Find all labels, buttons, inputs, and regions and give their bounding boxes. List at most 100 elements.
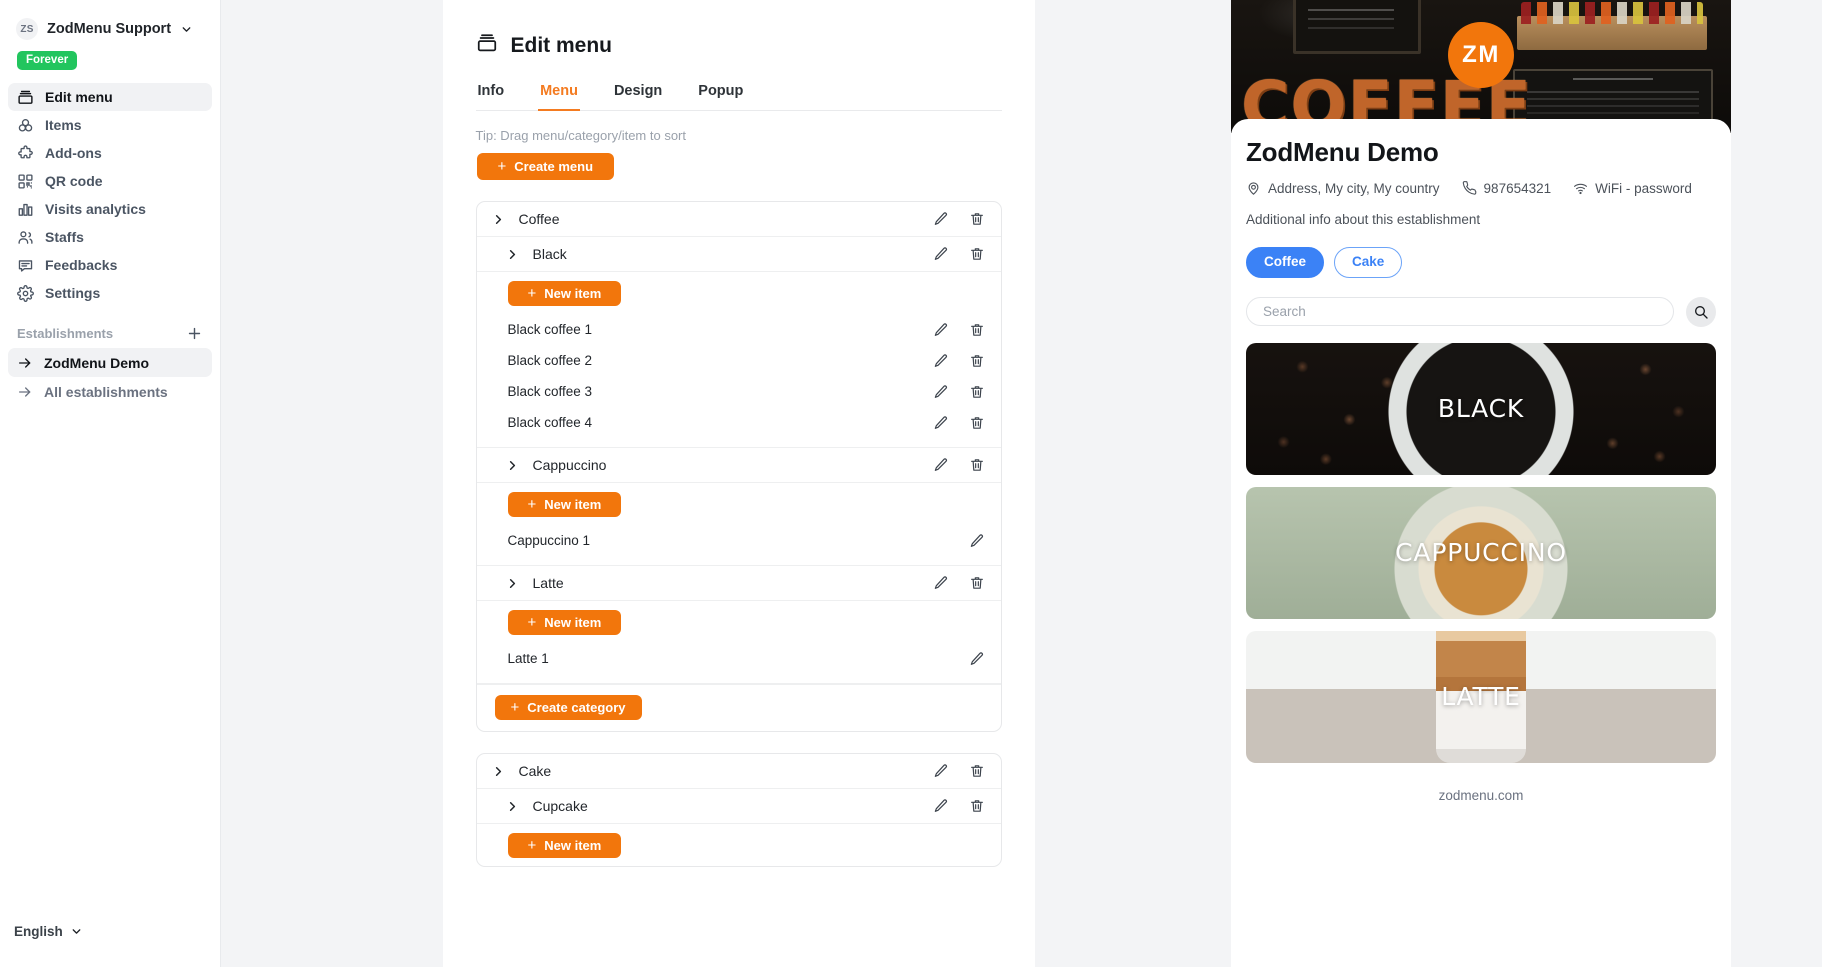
sidebar: ZS ZodMenu Support Forever Edit menu Ite… <box>0 0 221 967</box>
category-card-latte[interactable]: LATTE <box>1246 630 1716 763</box>
create-category-label: Create category <box>527 700 626 715</box>
tab-design[interactable]: Design <box>612 80 664 111</box>
category-card-label: LATTE <box>1441 682 1521 712</box>
delete-trash-icon[interactable] <box>969 384 985 400</box>
delete-trash-icon[interactable] <box>969 457 985 473</box>
item-row[interactable]: Latte 1 <box>477 643 1001 674</box>
edit-pencil-icon[interactable] <box>933 763 949 779</box>
bottles-decoration <box>1521 2 1703 24</box>
category-row[interactable]: Cappuccino <box>476 448 1001 483</box>
sidebar-item-label: Edit menu <box>45 89 113 105</box>
item-row[interactable]: Black coffee 2 <box>477 345 1001 376</box>
create-category-button[interactable]: + Create category <box>494 695 642 720</box>
category-group: Latte + New item Latte 1 <box>476 566 1001 684</box>
additional-info: Additional info about this establishment <box>1246 212 1481 227</box>
item-row[interactable]: Black coffee 1 <box>477 314 1001 345</box>
footer-url[interactable]: zodmenu.com <box>1246 763 1716 823</box>
edit-pencil-icon[interactable] <box>933 575 949 591</box>
wifi-icon <box>1574 183 1588 195</box>
sidebar-item-staffs[interactable]: Staffs <box>8 223 212 251</box>
sidebar-item-qr-code[interactable]: QR code <box>8 167 212 195</box>
item-row[interactable]: Black coffee 3 <box>477 376 1001 407</box>
box-icon <box>476 32 498 59</box>
add-establishment-icon[interactable] <box>186 325 203 342</box>
edit-pencil-icon[interactable] <box>933 798 949 814</box>
sidebar-item-settings[interactable]: Settings <box>8 279 212 307</box>
delete-trash-icon[interactable] <box>969 322 985 338</box>
account-switcher[interactable]: ZS ZodMenu Support <box>10 16 210 42</box>
arrow-right-icon <box>19 386 31 397</box>
menu-preview: COFFEE ZM ZodMenu Demo Address, My city,… <box>1231 0 1822 967</box>
sidebar-item-visits-analytics[interactable]: Visits analytics <box>8 195 212 223</box>
item-name: Black coffee 4 <box>507 415 593 430</box>
chevron-right-icon[interactable] <box>505 458 520 473</box>
edit-pencil-icon[interactable] <box>933 211 949 227</box>
menu-pill-cake[interactable]: Cake <box>1334 247 1403 278</box>
tab-menu[interactable]: Menu <box>538 80 580 111</box>
delete-trash-icon[interactable] <box>969 763 985 779</box>
new-item-button[interactable]: + New item <box>507 833 622 858</box>
tab-popup[interactable]: Popup <box>696 80 745 111</box>
new-item-button[interactable]: + New item <box>507 492 622 517</box>
category-group: Cappuccino + New item Cappuccino 1 <box>476 448 1001 566</box>
chevron-right-icon[interactable] <box>505 799 520 814</box>
establishment-name: ZodMenu Demo <box>1246 137 1439 167</box>
new-item-wrap: + New item <box>477 601 1001 643</box>
delete-trash-icon[interactable] <box>969 798 985 814</box>
language-selector[interactable]: English <box>0 924 220 967</box>
delete-trash-icon[interactable] <box>969 353 985 369</box>
edit-pencil-icon[interactable] <box>933 246 949 262</box>
menu-row[interactable]: Coffee <box>476 202 1001 237</box>
menu-block: Coffee Black + New item Black coffee 1 B… <box>475 201 1002 732</box>
sidebar-item-zodmenu-demo[interactable]: ZodMenu Demo <box>8 348 212 377</box>
row-actions <box>933 575 985 591</box>
sidebar-item-edit-menu[interactable]: Edit menu <box>8 83 212 111</box>
edit-pencil-icon[interactable] <box>969 651 985 667</box>
sidebar-item-add-ons[interactable]: Add-ons <box>8 139 212 167</box>
category-row[interactable]: Black <box>476 237 1001 272</box>
new-item-button[interactable]: + New item <box>507 610 622 635</box>
edit-pencil-icon[interactable] <box>933 384 949 400</box>
edit-pencil-icon[interactable] <box>933 353 949 369</box>
brand-logo: ZM <box>1448 22 1514 88</box>
establishments-section-header: Establishments <box>0 325 220 342</box>
bar-chart-icon <box>17 201 34 218</box>
item-row[interactable]: Cappuccino 1 <box>477 525 1001 556</box>
edit-pencil-icon[interactable] <box>969 533 985 549</box>
menu-name: Coffee <box>518 211 560 227</box>
tab-info[interactable]: Info <box>476 80 507 111</box>
tab-bar: Info Menu Design Popup <box>475 80 1002 111</box>
sidebar-item-items[interactable]: Items <box>8 111 212 139</box>
category-card-cappuccino[interactable]: CAPPUCCINO <box>1246 486 1716 619</box>
sidebar-item-all-establishments[interactable]: All establishments <box>8 377 212 406</box>
chevron-right-icon[interactable] <box>505 247 520 262</box>
category-row[interactable]: Latte <box>476 566 1001 601</box>
item-name: Black coffee 3 <box>507 384 593 399</box>
sidebar-item-feedbacks[interactable]: Feedbacks <box>8 251 212 279</box>
new-item-label: New item <box>544 286 602 301</box>
search-input[interactable] <box>1246 297 1674 327</box>
menu-row[interactable]: Cake <box>476 754 1001 789</box>
page-header: Edit menu <box>476 32 1002 59</box>
delete-trash-icon[interactable] <box>969 211 985 227</box>
chevron-right-icon[interactable] <box>505 576 520 591</box>
create-menu-button[interactable]: + Create menu <box>476 153 615 180</box>
sidebar-item-label: ZodMenu Demo <box>44 354 149 371</box>
item-row[interactable]: Black coffee 4 <box>477 407 1001 438</box>
category-card-black[interactable]: BLACK <box>1246 342 1716 475</box>
chevron-down-icon <box>182 26 191 32</box>
category-group: Black + New item Black coffee 1 Black co… <box>476 237 1001 448</box>
edit-pencil-icon[interactable] <box>933 322 949 338</box>
edit-pencil-icon[interactable] <box>933 415 949 431</box>
category-row[interactable]: Cupcake <box>476 789 1001 824</box>
edit-pencil-icon[interactable] <box>933 457 949 473</box>
menu-pill-coffee[interactable]: Coffee <box>1246 247 1325 278</box>
chevron-right-icon[interactable] <box>491 212 506 227</box>
new-item-button[interactable]: + New item <box>507 281 622 306</box>
search-button[interactable] <box>1686 296 1716 327</box>
chevron-right-icon[interactable] <box>491 764 506 779</box>
page-title: Edit menu <box>510 33 613 57</box>
delete-trash-icon[interactable] <box>969 415 985 431</box>
delete-trash-icon[interactable] <box>969 575 985 591</box>
delete-trash-icon[interactable] <box>969 246 985 262</box>
